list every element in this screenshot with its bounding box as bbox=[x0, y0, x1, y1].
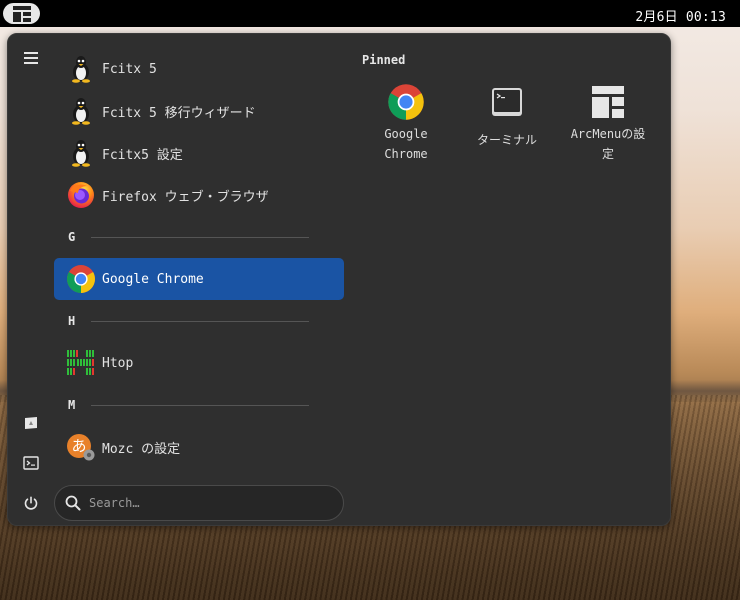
app-item-htop[interactable]: Htop bbox=[54, 342, 344, 384]
power-button[interactable] bbox=[20, 492, 42, 514]
app-label: Firefox ウェブ・ブラウザ bbox=[102, 189, 269, 205]
app-label: Google Chrome bbox=[102, 271, 204, 287]
section-divider bbox=[91, 404, 310, 406]
tux-icon bbox=[66, 54, 96, 84]
arcmenu-icon bbox=[592, 86, 624, 118]
search-icon bbox=[65, 495, 81, 511]
section-header-g: G bbox=[54, 216, 344, 258]
firefox-icon bbox=[66, 180, 96, 210]
clock[interactable]: 2月6日 00:13 bbox=[635, 6, 726, 25]
tux-icon bbox=[66, 138, 96, 168]
app-item-fcitx5-migrator[interactable]: Fcitx 5 移行ウィザード bbox=[54, 90, 344, 132]
section-divider bbox=[91, 236, 310, 238]
search-input[interactable] bbox=[89, 496, 319, 510]
top-panel: 2月6日 00:13 bbox=[0, 0, 740, 27]
app-item-fcitx5[interactable]: Fcitx 5 bbox=[54, 48, 344, 90]
section-header-h: H bbox=[54, 300, 344, 342]
htop-icon bbox=[66, 348, 96, 378]
app-label: Fcitx5 設定 bbox=[102, 147, 183, 163]
terminal-button[interactable] bbox=[20, 452, 42, 474]
app-item-mozc-settings[interactable]: あ Mozc の設定 bbox=[54, 426, 344, 468]
menu-toggle-button[interactable] bbox=[20, 47, 42, 69]
app-label: Mozc の設定 bbox=[102, 441, 181, 457]
app-label: Fcitx 5 移行ウィザード bbox=[102, 105, 256, 121]
pinned-item-google-chrome[interactable]: Google Chrome bbox=[358, 82, 454, 164]
power-icon bbox=[24, 496, 38, 510]
arcmenu-panel: Fcitx 5 Fcitx 5 移行ウィザード Fcitx5 設定 Firefo… bbox=[7, 33, 671, 526]
terminal-icon bbox=[23, 456, 39, 470]
software-icon bbox=[25, 417, 37, 429]
app-list: Fcitx 5 Fcitx 5 移行ウィザード Fcitx5 設定 Firefo… bbox=[54, 48, 344, 468]
pinned-title: Pinned bbox=[362, 53, 406, 67]
chrome-icon bbox=[388, 84, 424, 120]
pinned-label: ArcMenuの設定 bbox=[570, 127, 646, 161]
pinned-label: ターミナル bbox=[476, 133, 537, 147]
app-label: Htop bbox=[102, 355, 134, 371]
search-box[interactable] bbox=[54, 485, 344, 521]
arcmenu-button[interactable] bbox=[3, 3, 40, 24]
app-label: Fcitx 5 bbox=[102, 61, 157, 77]
terminal-icon bbox=[492, 88, 522, 116]
pinned-item-arcmenu-settings[interactable]: ArcMenuの設定 bbox=[560, 82, 656, 164]
section-header-m: M bbox=[54, 384, 344, 426]
arcmenu-icon bbox=[12, 5, 31, 22]
tux-icon bbox=[66, 96, 96, 126]
software-button[interactable] bbox=[20, 412, 42, 434]
hamburger-icon bbox=[24, 52, 38, 64]
pinned-item-terminal[interactable]: ターミナル bbox=[459, 82, 555, 150]
app-item-google-chrome[interactable]: Google Chrome bbox=[54, 258, 344, 300]
chrome-icon bbox=[66, 264, 96, 294]
section-divider bbox=[91, 320, 310, 322]
app-item-fcitx5-config[interactable]: Fcitx5 設定 bbox=[54, 132, 344, 174]
pinned-label: Google Chrome bbox=[384, 127, 428, 161]
mozc-icon: あ bbox=[66, 432, 96, 462]
app-item-firefox[interactable]: Firefox ウェブ・ブラウザ bbox=[54, 174, 344, 216]
